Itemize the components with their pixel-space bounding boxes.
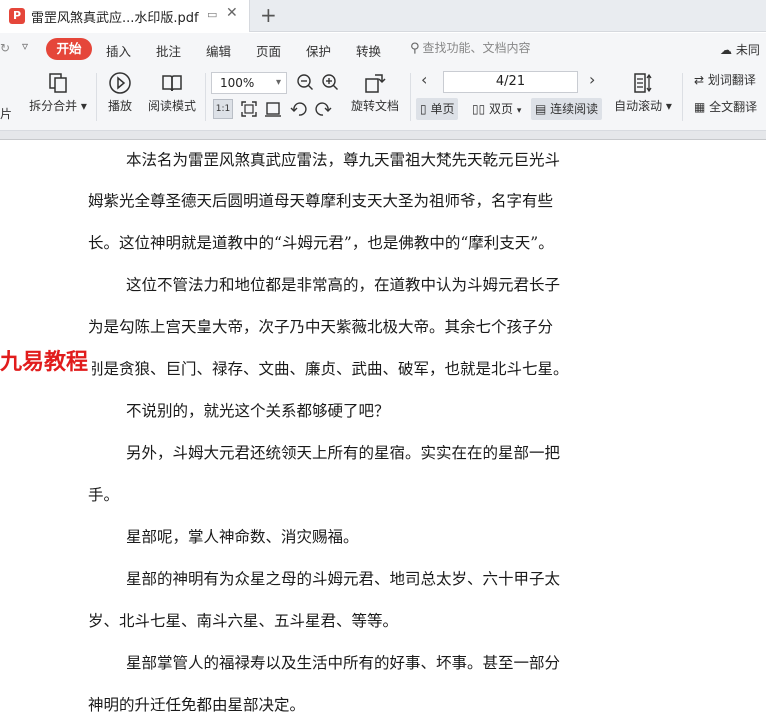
- zoom-select[interactable]: 100% ▾: [211, 72, 287, 94]
- page-number-input[interactable]: 4/21: [443, 71, 578, 93]
- text-line: 姆紫光全尊圣德天后圆明道母天尊摩利支天大圣为祖师爷，名字有些: [88, 192, 554, 210]
- quick-access-dropdown-icon[interactable]: ▿: [22, 39, 28, 53]
- new-tab-button[interactable]: +: [260, 3, 277, 27]
- text-line: 本法名为雷罡风煞真武应雷法，尊九天雷祖大梵先天乾元巨光斗: [126, 151, 561, 169]
- document-translate-icon: ▦: [694, 100, 706, 114]
- split-merge-button[interactable]: 拆分合并 ▾: [28, 71, 88, 114]
- next-page-icon[interactable]: ›: [589, 70, 595, 89]
- double-page-label: 双页: [489, 102, 514, 116]
- search-input[interactable]: ⚲ 查找功能、文档内容: [410, 39, 610, 59]
- full-translate-label: 全文翻译: [709, 100, 758, 114]
- menu-annotate[interactable]: 批注: [156, 41, 181, 60]
- zoom-in-icon[interactable]: [321, 73, 339, 91]
- toolbar: 片 拆分合并 ▾ 播放 阅读模式 100% ▾ 1:1 旋转文档 ‹ 4/21 …: [0, 65, 766, 131]
- cloud-icon: ☁: [720, 43, 732, 57]
- play-label: 播放: [107, 99, 132, 113]
- text-line: 这位不管法力和地位都是非常高的，在道教中认为斗姆元君长子: [126, 276, 561, 294]
- menu-bar: ↻ ▿ 开始 插入 批注 编辑 页面 保护 转换 ⚲ 查找功能、文档内容 ☁ 未同: [0, 33, 766, 65]
- text-line: 不说别的，就光这个关系都够硬了吧？: [126, 402, 390, 420]
- search-placeholder: 查找功能、文档内容: [422, 41, 531, 55]
- close-tab-icon[interactable]: ✕: [226, 5, 238, 21]
- zoom-out-icon[interactable]: [296, 73, 314, 91]
- single-page-button[interactable]: ▯ 单页: [416, 98, 459, 120]
- chevron-down-icon: ▾: [516, 106, 522, 116]
- partial-left-button[interactable]: 片: [0, 103, 12, 122]
- single-page-label: 单页: [430, 102, 455, 116]
- page-indicator: 4/21: [495, 74, 526, 89]
- auto-scroll-button[interactable]: 自动滚动 ▾: [612, 71, 674, 114]
- rotate-document-label: 旋转文档: [350, 99, 399, 113]
- document-viewer[interactable]: 本法名为雷罡风煞真武应雷法，尊九天雷祖大梵先天乾元巨光斗 姆紫光全尊圣德天后圆明…: [0, 131, 766, 719]
- split-merge-label: 拆分合并 ▾: [29, 99, 87, 113]
- auto-scroll-icon: [634, 73, 652, 93]
- document-tab[interactable]: P 雷罡风煞真武应...水印版.pdf ▭ ✕: [0, 0, 250, 32]
- text-line: 别是贪狼、巨门、禄存、文曲、廉贞、武曲、破军，也就是北斗七星。: [88, 360, 569, 378]
- full-translate-button[interactable]: ▦ 全文翻译: [690, 96, 761, 118]
- rotate-right-icon[interactable]: [314, 100, 332, 118]
- text-line: 另外，斗姆大元君还统领天上所有的星宿。实实在在的星部一把: [126, 444, 561, 462]
- play-button[interactable]: 播放: [104, 71, 136, 114]
- read-mode-button[interactable]: 阅读模式: [146, 71, 198, 114]
- menu-start[interactable]: 开始: [46, 38, 92, 60]
- rotate-left-icon[interactable]: [290, 100, 308, 118]
- double-page-icon: ▯▯: [472, 102, 486, 116]
- tab-bar: P 雷罡风煞真武应...水印版.pdf ▭ ✕ +: [0, 0, 766, 32]
- single-page-icon: ▯: [420, 102, 427, 116]
- page-top-edge: [0, 139, 766, 140]
- pdf-file-icon: P: [9, 8, 25, 24]
- menu-convert[interactable]: 转换: [356, 41, 381, 60]
- text-line: 星部掌管人的福禄寿以及生活中所有的好事、坏事。甚至一部分: [126, 654, 561, 672]
- auto-scroll-label: 自动滚动 ▾: [614, 99, 672, 113]
- fit-page-icon[interactable]: [240, 100, 258, 118]
- menu-protect[interactable]: 保护: [306, 41, 331, 60]
- sync-status[interactable]: ☁ 未同: [720, 41, 760, 58]
- menu-page[interactable]: 页面: [256, 41, 281, 60]
- redo-icon[interactable]: ↻: [0, 41, 10, 55]
- rotate-document-button[interactable]: 旋转文档: [348, 71, 402, 114]
- text-line: 长。这位神明就是道教中的“斗姆元君”，也是佛教中的“摩利支天”。: [88, 234, 554, 252]
- book-icon: [162, 75, 182, 92]
- double-page-button[interactable]: ▯▯ 双页 ▾: [468, 98, 525, 120]
- text-line: 手。: [88, 486, 120, 504]
- tab-title: 雷罡风煞真武应...水印版.pdf: [31, 11, 199, 26]
- pin-tab-icon[interactable]: ▭: [207, 8, 217, 21]
- page-gap: [0, 131, 766, 139]
- menu-edit[interactable]: 编辑: [206, 41, 231, 60]
- read-mode-label: 阅读模式: [147, 99, 196, 113]
- partial-left-label: 片: [0, 107, 13, 121]
- text-line: 星部呢，掌人神命数、消灾赐福。: [126, 528, 359, 546]
- chevron-down-icon: ▾: [275, 77, 281, 88]
- word-translate-button[interactable]: ⇄ 划词翻译: [690, 69, 760, 91]
- translate-icon: ⇄: [694, 73, 705, 87]
- zoom-value: 100%: [220, 76, 255, 90]
- text-line: 星部的神明有为众星之母的斗姆元君、地司总太岁、六十甲子太: [126, 570, 561, 588]
- text-line: 神明的升迁任免都由星部决定。: [88, 696, 306, 714]
- rotate-document-icon: [365, 74, 386, 93]
- previous-page-icon[interactable]: ‹: [421, 70, 427, 89]
- watermark-text: 九易教程: [0, 344, 93, 376]
- menu-insert[interactable]: 插入: [106, 41, 131, 60]
- split-merge-icon: [49, 73, 67, 93]
- continuous-read-icon: ▤: [535, 102, 547, 116]
- word-translate-label: 划词翻译: [707, 73, 756, 87]
- continuous-read-button[interactable]: ▤ 连续阅读: [531, 98, 603, 120]
- sync-label: 未同: [735, 43, 760, 57]
- search-icon: ⚲: [410, 41, 420, 56]
- text-line: 为是勾陈上宫天皇大帝，次子乃中天紫薇北极大帝。其余七个孩子分: [88, 318, 554, 336]
- actual-size-icon[interactable]: 1:1: [213, 99, 233, 119]
- fit-width-icon[interactable]: [264, 100, 282, 118]
- text-line: 岁、北斗七星、南斗六星、五斗星君、等等。: [88, 612, 399, 630]
- play-icon: [109, 72, 131, 94]
- continuous-read-label: 连续阅读: [550, 102, 599, 116]
